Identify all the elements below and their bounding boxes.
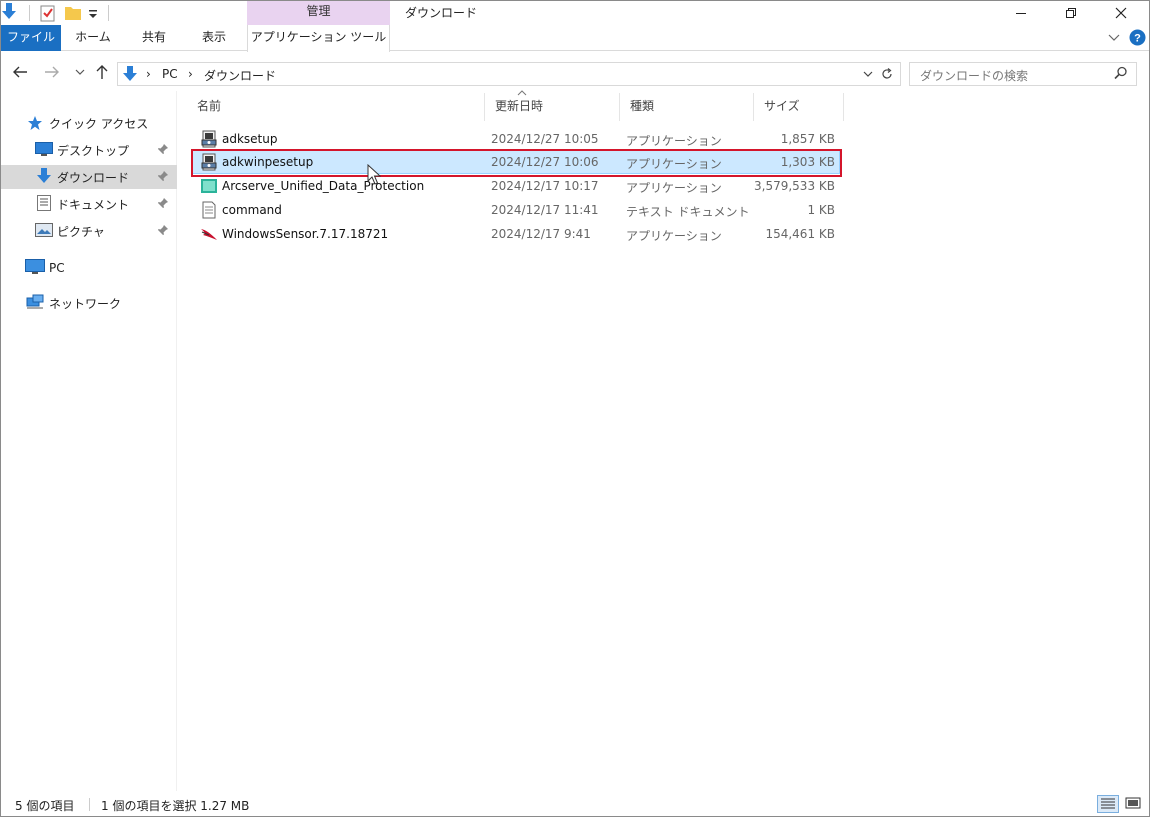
- ribbon-tabs: ファイル ホーム 共有 表示 アプリケーション ツール ?: [1, 25, 1149, 52]
- column-header-date[interactable]: 更新日時: [485, 93, 620, 121]
- search-icon[interactable]: [1114, 66, 1128, 83]
- file-row[interactable]: Arcserve_Unified_Data_Protection 2024/12…: [193, 175, 839, 197]
- breadcrumb-downloads[interactable]: ダウンロード: [204, 67, 276, 84]
- tab-file[interactable]: ファイル: [1, 25, 61, 51]
- tab-view[interactable]: 表示: [185, 25, 243, 51]
- sidebar-item-pictures[interactable]: ピクチャ: [1, 219, 177, 243]
- download-folder-icon: [121, 65, 139, 86]
- status-bar: 5 個の項目 1 個の項目を選択 1.27 MB: [1, 793, 1149, 816]
- pin-icon[interactable]: [157, 143, 169, 155]
- status-item-count: 5 個の項目: [15, 799, 75, 813]
- properties-icon[interactable]: [40, 4, 56, 22]
- installer-icon: [200, 130, 218, 148]
- column-header-name[interactable]: 名前: [187, 93, 485, 121]
- svg-text:?: ?: [1134, 33, 1141, 45]
- search-input[interactable]: ダウンロードの検索: [909, 62, 1137, 86]
- status-selection: 1 個の項目を選択 1.27 MB: [101, 799, 250, 813]
- sidebar-item-pc[interactable]: PC: [1, 256, 177, 280]
- network-icon: [25, 294, 44, 310]
- up-button[interactable]: [93, 63, 111, 81]
- tab-home[interactable]: ホーム: [63, 25, 123, 51]
- large-icons-view-button[interactable]: [1123, 795, 1145, 813]
- column-headers: 名前 更新日時 種類 サイズ: [187, 90, 847, 121]
- search-placeholder: ダウンロードの検索: [920, 69, 1029, 83]
- refresh-icon[interactable]: [880, 67, 894, 84]
- minimize-button[interactable]: [998, 1, 1044, 25]
- recent-locations-button[interactable]: [71, 63, 89, 81]
- down-arrow-icon[interactable]: [1, 2, 19, 24]
- sidebar-item-documents[interactable]: ドキュメント: [1, 192, 177, 216]
- breadcrumb-separator-icon[interactable]: ›: [146, 67, 151, 81]
- new-folder-icon[interactable]: [64, 4, 82, 22]
- context-tab-manage: 管理: [247, 1, 390, 25]
- sidebar-item-downloads[interactable]: ダウンロード: [1, 165, 177, 189]
- expand-ribbon-icon[interactable]: [1107, 30, 1121, 47]
- tab-application-tools[interactable]: アプリケーション ツール: [247, 25, 390, 52]
- pictures-icon: [35, 223, 53, 239]
- arcserve-icon: [200, 177, 218, 195]
- text-file-icon: [200, 201, 218, 219]
- installer-icon: [200, 153, 218, 171]
- forward-button[interactable]: [43, 63, 61, 81]
- close-button[interactable]: [1098, 1, 1144, 25]
- sidebar-item-network[interactable]: ネットワーク: [1, 291, 177, 315]
- restore-button[interactable]: [1048, 1, 1094, 25]
- pin-icon[interactable]: [157, 197, 169, 209]
- file-row[interactable]: command 2024/12/17 11:41 テキスト ドキュメント 1 K…: [193, 199, 839, 221]
- sidebar-item-desktop[interactable]: デスクトップ: [1, 138, 177, 162]
- explorer-window: 管理 ダウンロード ファイル ホーム 共有 表示 アプリケーション ツール ?: [0, 0, 1150, 817]
- document-icon: [37, 195, 55, 211]
- desktop-icon: [35, 142, 53, 158]
- star-icon: [27, 115, 45, 131]
- download-icon: [35, 167, 53, 183]
- address-bar[interactable]: › PC › ダウンロード: [117, 62, 901, 86]
- title-bar: 管理 ダウンロード: [1, 1, 1149, 25]
- tab-share[interactable]: 共有: [125, 25, 183, 51]
- column-header-size[interactable]: サイズ: [754, 93, 844, 121]
- pin-icon[interactable]: [157, 224, 169, 236]
- file-row-selected[interactable]: adkwinpesetup 2024/12/27 10:06 アプリケーション …: [192, 150, 840, 174]
- address-row: › PC › ダウンロード ダウンロードの検索: [1, 57, 1149, 89]
- navigation-pane: クイック アクセス デスクトップ ダウンロード ドキュメント ピクチャ PC ネ…: [1, 91, 177, 791]
- file-row[interactable]: WindowsSensor.7.17.18721 2024/12/17 9:41…: [193, 223, 839, 245]
- quick-access-toolbar: [1, 1, 109, 25]
- breadcrumb-pc[interactable]: PC: [162, 67, 178, 81]
- customize-toolbar-icon[interactable]: [88, 4, 100, 22]
- back-button[interactable]: [11, 63, 29, 81]
- window-title: ダウンロード: [405, 6, 478, 20]
- mouse-cursor-icon: [367, 163, 382, 189]
- file-row[interactable]: adksetup 2024/12/27 10:05 アプリケーション 1,857…: [193, 128, 839, 150]
- pc-icon: [25, 259, 45, 275]
- pin-icon[interactable]: [157, 170, 169, 182]
- help-icon[interactable]: ?: [1129, 29, 1146, 49]
- breadcrumb-separator-icon[interactable]: ›: [188, 67, 193, 81]
- details-view-button[interactable]: [1097, 795, 1119, 813]
- nav-quick-access[interactable]: クイック アクセス: [1, 111, 177, 135]
- falcon-icon: [200, 225, 218, 243]
- address-dropdown-icon[interactable]: [862, 68, 874, 83]
- column-header-type[interactable]: 種類: [620, 93, 754, 121]
